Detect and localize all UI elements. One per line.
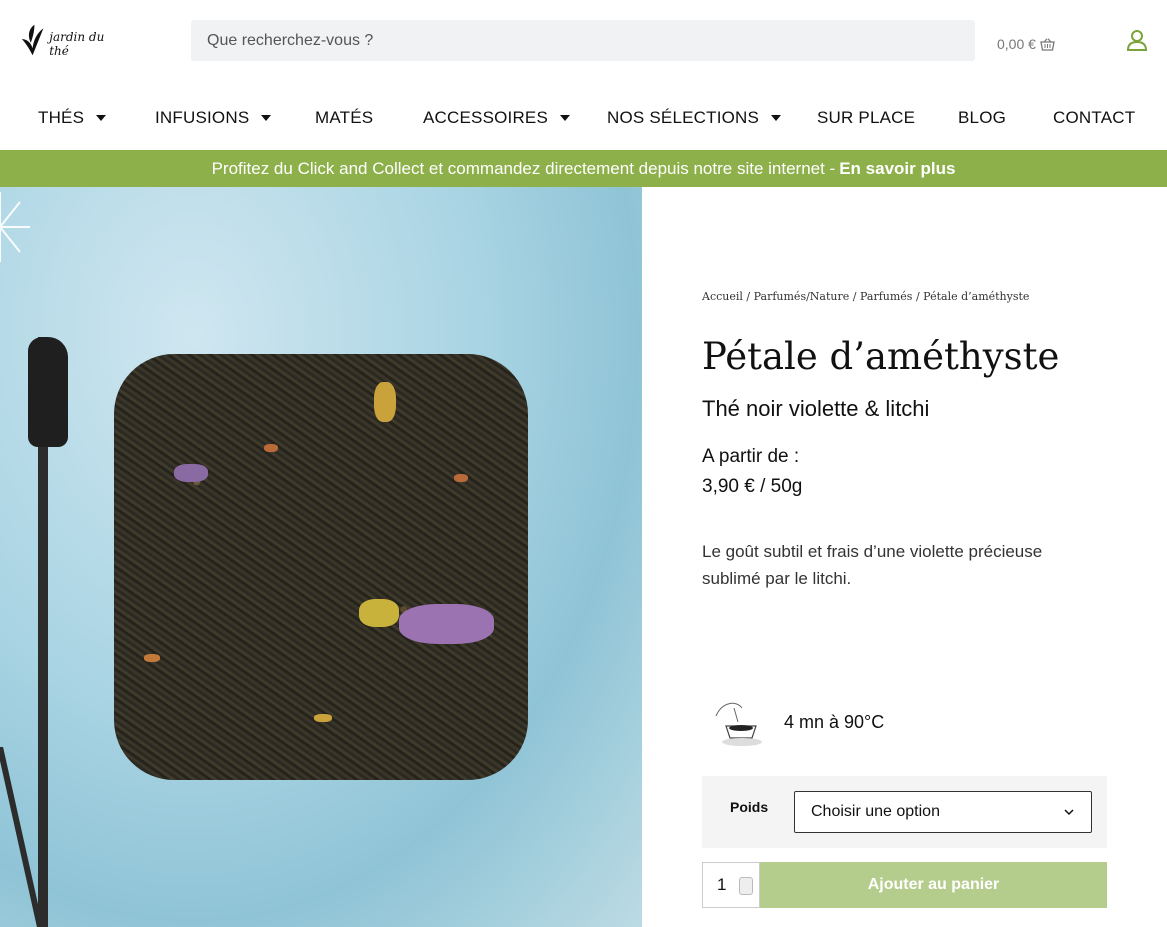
product-image[interactable] — [0, 187, 642, 927]
product-title: Pétale d’améthyste — [702, 335, 1060, 378]
nav-label: NOS SÉLECTIONS — [607, 108, 760, 127]
breadcrumb-link[interactable]: Parfumés — [860, 290, 912, 303]
nav-label: THÉS — [38, 108, 85, 127]
flower-petal — [454, 474, 468, 482]
product-price: 3,90 € / 50g — [702, 476, 803, 497]
flower-petal — [314, 714, 332, 722]
quantity-stepper[interactable]: 1 — [702, 862, 760, 908]
nav-label: CONTACT — [1053, 108, 1136, 127]
breadcrumb: Accueil / Parfumés/Nature / Parfumés / P… — [702, 290, 1029, 303]
nav-item-nos-selections[interactable]: NOS SÉLECTIONS — [607, 108, 782, 128]
product-subtitle: Thé noir violette & litchi — [702, 396, 930, 421]
nav-item-contact[interactable]: CONTACT — [1053, 108, 1135, 128]
site-header: jardin du thé 0,00 € — [0, 0, 1167, 84]
caret-down-icon — [771, 115, 782, 121]
flower-petal — [399, 604, 494, 644]
cart-link[interactable]: 0,00 € — [997, 36, 1055, 52]
nav-label: SUR PLACE — [817, 108, 916, 127]
nav-item-accessoires[interactable]: ACCESSOIRES — [423, 108, 571, 128]
nav-label: MATÉS — [315, 108, 374, 127]
search-input[interactable] — [207, 31, 959, 50]
price-label: A partir de : — [702, 446, 800, 467]
nav-label: INFUSIONS — [155, 108, 250, 127]
flower-petal — [374, 382, 396, 422]
breadcrumb-link[interactable]: Parfumés/Nature — [754, 290, 850, 303]
brand-name: jardin du thé — [49, 30, 105, 58]
nav-label: ACCESSOIRES — [423, 108, 549, 127]
banner-text: Profitez du Click and Collect et command… — [211, 158, 836, 178]
breadcrumb-separator: / — [852, 290, 857, 303]
add-to-cart-button[interactable]: Ajouter au panier — [760, 862, 1107, 908]
breadcrumb-current: Pétale d’améthyste — [923, 290, 1030, 303]
user-account-icon[interactable] — [1126, 29, 1148, 51]
breadcrumb-separator: / — [915, 290, 920, 303]
ski-pole-diagonal — [0, 747, 43, 927]
basket-icon — [1040, 37, 1055, 51]
flower-petal — [359, 599, 399, 627]
tea-leaf-icon — [21, 24, 44, 56]
caret-down-icon — [96, 115, 107, 121]
chevron-down-icon — [1064, 809, 1074, 816]
cart-amount: 0,00 € — [997, 36, 1036, 52]
brewing-text: 4 mn à 90°C — [784, 711, 885, 732]
snowflake-icon — [0, 192, 30, 262]
flower-petal — [174, 464, 208, 482]
brand-logo[interactable]: jardin du thé — [20, 20, 120, 60]
promo-banner: Profitez du Click and Collect et command… — [0, 150, 1167, 187]
flower-petal — [144, 654, 160, 662]
quantity-value: 1 — [717, 875, 727, 894]
nav-item-blog[interactable]: BLOG — [958, 108, 1006, 128]
breadcrumb-separator: / — [746, 290, 751, 303]
option-label: Poids — [730, 799, 769, 815]
search-bar[interactable] — [191, 20, 975, 61]
banner-link[interactable]: En savoir plus — [839, 159, 955, 179]
brewing-info: 4 mn à 90°C — [712, 696, 884, 748]
weight-select[interactable]: Choisir une option — [794, 791, 1092, 833]
ski-pole-grip — [28, 337, 68, 447]
select-value: Choisir une option — [811, 803, 940, 820]
variation-form: Poids Choisir une option — [702, 776, 1107, 848]
main-navigation: THÉS INFUSIONS MATÉS ACCESSOIRES NOS SÉL… — [0, 84, 1167, 150]
caret-down-icon — [261, 115, 272, 121]
tea-leaves-sample — [114, 354, 528, 780]
breadcrumb-link[interactable]: Accueil — [702, 290, 743, 303]
nav-item-sur-place[interactable]: SUR PLACE — [817, 108, 915, 128]
nav-label: BLOG — [958, 108, 1007, 127]
nav-item-mates[interactable]: MATÉS — [315, 108, 373, 128]
nav-item-thes[interactable]: THÉS — [38, 108, 107, 128]
flower-petal — [264, 444, 278, 452]
product-description: Le goût subtil et frais d’une violette p… — [702, 542, 1043, 588]
spinner-arrows-icon[interactable] — [739, 877, 753, 895]
nav-item-infusions[interactable]: INFUSIONS — [155, 108, 272, 128]
teapot-pouring-icon — [715, 702, 762, 746]
caret-down-icon — [560, 115, 571, 121]
